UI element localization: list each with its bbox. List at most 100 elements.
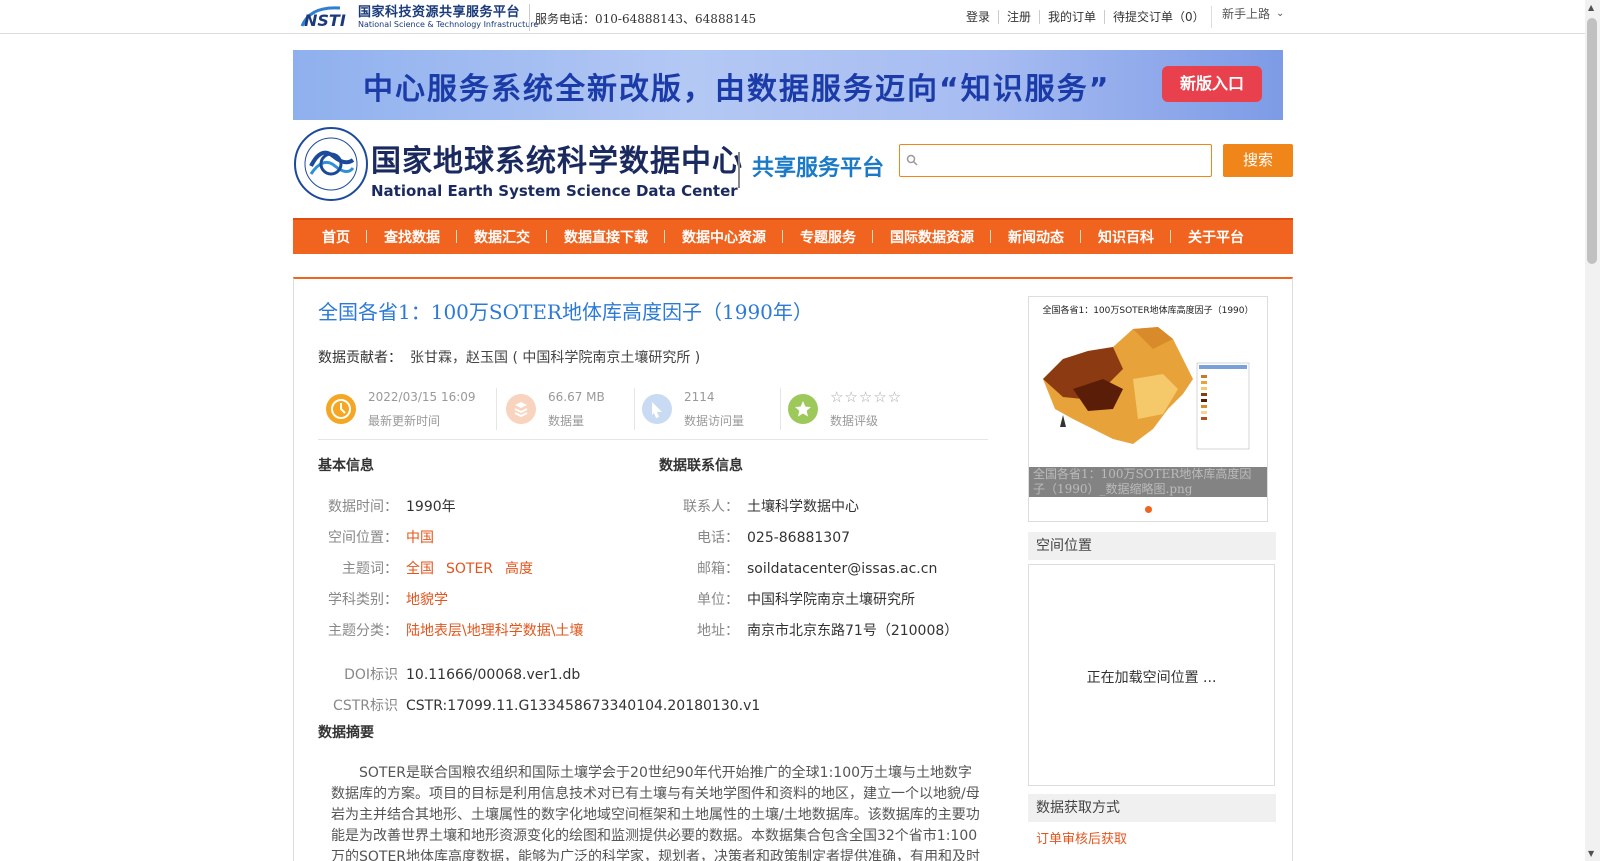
nav-about[interactable]: 关于平台 <box>1171 227 1261 247</box>
thumbnail-carousel[interactable]: 全国各省1：100万SOTER地体库高度因子（1990） 全国各省1：100万S… <box>1028 296 1268 522</box>
login-link[interactable]: 登录 <box>958 10 998 24</box>
platform-title: 共享服务平台 <box>752 156 885 181</box>
contact-info-title: 数据联系信息 <box>659 458 743 474</box>
stat-updated-label: 最新更新时间 <box>368 414 441 428</box>
nav-news[interactable]: 新闻动态 <box>991 227 1081 247</box>
clock-icon <box>326 394 356 424</box>
scrollbar[interactable]: ▲ ▼ <box>1585 0 1600 861</box>
cursor-icon <box>642 394 672 424</box>
new-version-button[interactable]: 新版入口 <box>1162 66 1262 102</box>
service-phone: 服务电话：010-64888143、64888145 <box>535 12 757 26</box>
nav-international-data[interactable]: 国际数据资源 <box>873 227 991 247</box>
guide-label: 新手上路 <box>1222 7 1271 21</box>
new-version-banner[interactable]: 中心服务系统全新改版，由数据服务迈向“知识服务” 新版入口 <box>293 50 1283 120</box>
center-name-en: National Earth System Science Data Cente… <box>371 182 738 200</box>
doi-row: DOI标识 10.11666/00068.ver1.db <box>344 667 581 683</box>
stat-visits-label: 数据访问量 <box>684 414 745 428</box>
cstr-value: CSTR:17099.11.G133458673340104.20180130.… <box>406 698 761 714</box>
scroll-up-arrow-icon[interactable]: ▲ <box>1588 3 1594 12</box>
spatial-location-header: 空间位置 <box>1028 532 1276 560</box>
stat-visits: 2114 数据访问量 <box>634 384 781 432</box>
pending-orders-link[interactable]: 待提交订单（0） <box>1104 10 1213 24</box>
nav-home[interactable]: 首页 <box>313 227 367 247</box>
category-link[interactable]: 陆地表层\地理科学数据\土壤 <box>406 623 583 639</box>
nsti-logo-mark: NSTI <box>300 4 354 30</box>
contact-row-address: 地址： 南京市北京东路71号（210008） <box>697 623 959 639</box>
basic-row-discipline: 学科类别： 地貌学 <box>328 592 448 608</box>
dataset-stats: 2022/03/15 16:09 最新更新时间 66.67 MB 数据量 211… <box>318 384 988 440</box>
basic-row-category: 主题分类： 陆地表层\地理科学数据\土壤 <box>328 623 584 639</box>
scroll-down-arrow-icon[interactable]: ▼ <box>1588 849 1594 858</box>
location-link[interactable]: 中国 <box>406 530 434 546</box>
header-separator <box>738 152 740 188</box>
stat-visits-value: 2114 <box>684 390 715 404</box>
beginner-guide-dropdown[interactable]: 新手上路 ⌄ <box>1211 6 1284 28</box>
cstr-row: CSTR标识 CSTR:17099.11.G133458673340104.201… <box>333 698 761 714</box>
svg-text:NSTI: NSTI <box>304 11 346 30</box>
basic-row-location: 空间位置： 中国 <box>328 530 434 546</box>
nsti-logo[interactable]: NSTI 国家科技资源共享服务平台 National Science & Tec… <box>300 3 538 31</box>
search-input[interactable] <box>924 149 1204 173</box>
keyword-link[interactable]: 全国 <box>406 561 434 577</box>
carousel-indicator-dot[interactable] <box>1145 506 1152 513</box>
contact-row-person: 联系人： 土壤科学数据中心 <box>683 499 859 515</box>
banner-text: 中心服务系统全新改版，由数据服务迈向“知识服务” <box>363 72 1111 107</box>
nav-center-resources[interactable]: 数据中心资源 <box>665 227 783 247</box>
nav-find-data[interactable]: 查找数据 <box>367 227 457 247</box>
stat-updated: 2022/03/15 16:09 最新更新时间 <box>318 384 498 432</box>
abstract-text: SOTER是联合国粮农组织和国际土壤学会于20世纪90年代开始推广的全球1:10… <box>331 765 981 861</box>
center-name-cn: 国家地球系统科学数据中心 <box>371 144 743 179</box>
search-icon <box>906 154 918 166</box>
contributor-label: 数据贡献者： <box>318 350 402 366</box>
data-access-value[interactable]: 订单审核后获取 <box>1036 828 1127 847</box>
logo-cn: 国家科技资源共享服务平台 <box>358 4 521 20</box>
nav-direct-download[interactable]: 数据直接下载 <box>547 227 665 247</box>
star-badge-icon <box>788 394 818 424</box>
dataset-title: 全国各省1：100万SOTER地体库高度因子（1990年） <box>318 300 813 324</box>
nav-thematic-services[interactable]: 专题服务 <box>783 227 873 247</box>
site-header: 国家地球系统科学数据中心 National Earth System Scien… <box>293 126 1293 202</box>
contributor-line: 数据贡献者： 张甘霖，赵玉国 ( 中国科学院南京土壤研究所 ) <box>318 347 700 367</box>
contact-row-unit: 单位： 中国科学院南京土壤研究所 <box>697 592 915 608</box>
spatial-map-box: 正在加载空间位置 ... <box>1028 564 1275 786</box>
contributor-value: 张甘霖，赵玉国 ( 中国科学院南京土壤研究所 ) <box>410 350 701 366</box>
center-name[interactable]: 国家地球系统科学数据中心 National Earth System Scien… <box>371 136 743 200</box>
abstract-title: 数据摘要 <box>318 725 374 741</box>
search-button[interactable]: 搜索 <box>1223 144 1293 177</box>
nav-data-submit[interactable]: 数据汇交 <box>457 227 547 247</box>
stat-size-value: 66.67 MB <box>548 390 605 404</box>
topbar-divider <box>529 4 530 31</box>
nav-knowledge[interactable]: 知识百科 <box>1081 227 1171 247</box>
scrollbar-thumb[interactable] <box>1587 18 1597 264</box>
china-map-thumbnail[interactable] <box>1033 319 1263 459</box>
top-links: 登录 注册 我的订单 待提交订单（0） <box>958 10 1213 24</box>
contact-row-phone: 电话： 025-86881307 <box>697 530 851 546</box>
contact-row-email: 邮箱： soildatacenter@issas.ac.cn <box>697 561 938 577</box>
center-emblem-icon[interactable] <box>293 126 369 202</box>
stat-rating-label: 数据评级 <box>830 414 879 428</box>
logo-en: National Science & Technology Infrastruc… <box>358 19 539 29</box>
rating-stars[interactable]: ☆☆☆☆☆ <box>830 388 902 406</box>
data-access-header: 数据获取方式 <box>1028 794 1276 822</box>
database-icon <box>506 394 536 424</box>
basic-info-title: 基本信息 <box>318 458 374 474</box>
search-box <box>899 144 1212 177</box>
discipline-link[interactable]: 地貌学 <box>406 592 448 608</box>
stat-size-label: 数据量 <box>548 414 585 428</box>
chevron-down-icon: ⌄ <box>1276 8 1285 19</box>
main-nav: 首页 查找数据 数据汇交 数据直接下载 数据中心资源 专题服务 国际数据资源 新… <box>293 218 1293 254</box>
keyword-link[interactable]: 高度 <box>505 561 533 577</box>
keyword-link[interactable]: SOTER <box>446 561 493 577</box>
thumbnail-caption: 全国各省1：100万SOTER地体库高度因子（1990）_数据缩略图.png <box>1029 467 1267 497</box>
stat-size: 66.67 MB 数据量 <box>498 384 635 432</box>
my-orders-link[interactable]: 我的订单 <box>1039 10 1104 24</box>
top-bar: NSTI 国家科技资源共享服务平台 National Science & Tec… <box>0 0 1585 34</box>
thumbnail-title: 全国各省1：100万SOTER地体库高度因子（1990） <box>1042 306 1254 316</box>
basic-row-time: 数据时间： 1990年 <box>328 499 456 515</box>
stat-rating: ☆☆☆☆☆ 数据评级 <box>780 384 980 432</box>
register-link[interactable]: 注册 <box>998 10 1039 24</box>
doi-value: 10.11666/00068.ver1.db <box>406 667 581 683</box>
spatial-loading-text: 正在加载空间位置 ... <box>1086 670 1217 686</box>
stat-updated-value: 2022/03/15 16:09 <box>368 390 476 404</box>
basic-row-keywords: 主题词： 全国 SOTER 高度 <box>342 561 534 577</box>
